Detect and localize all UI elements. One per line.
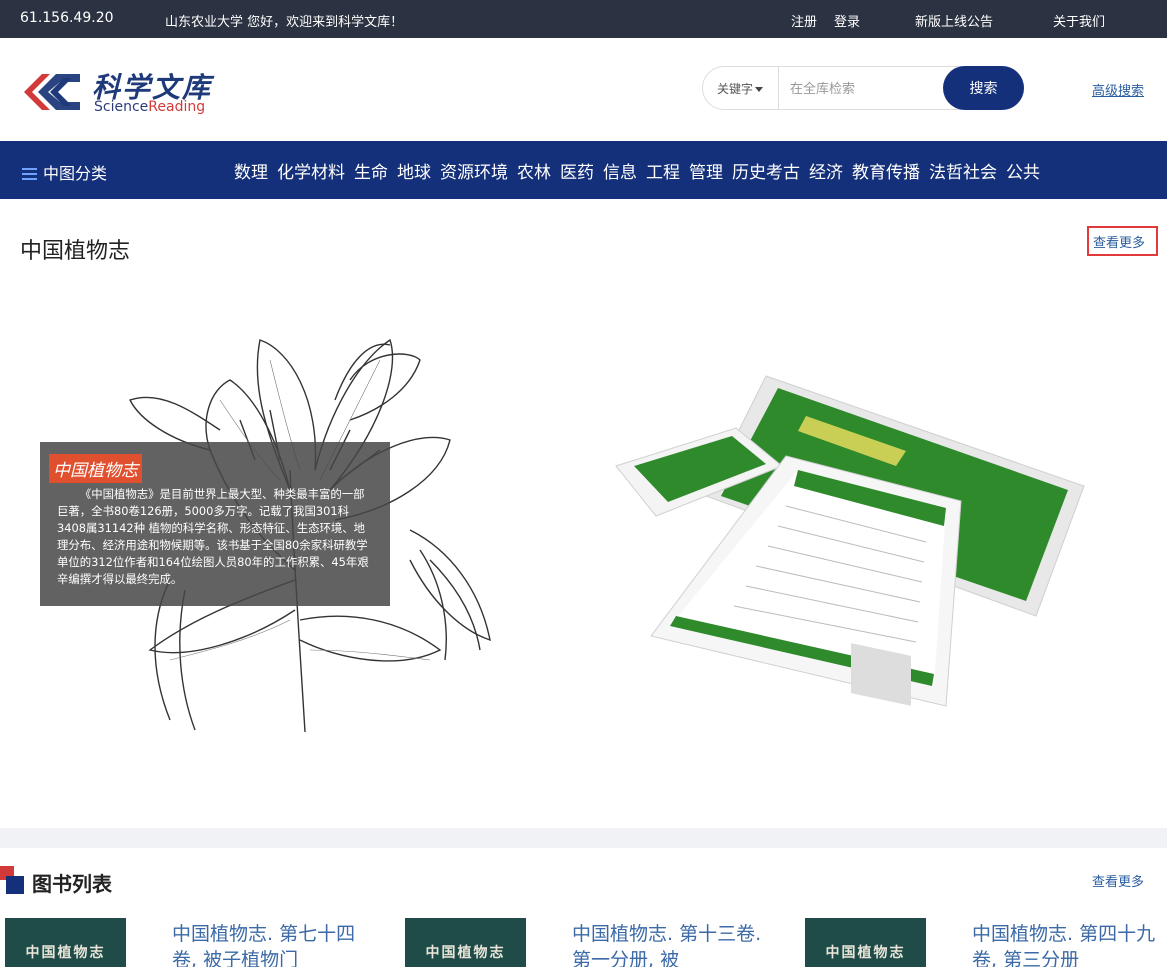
nav-item[interactable]: 经济 <box>809 158 843 183</box>
book-title[interactable]: 中国植物志. 第七十四卷, 被子植物门 <box>172 921 372 967</box>
nav-item[interactable]: 数理 <box>234 158 268 183</box>
nav-item[interactable]: 生命 <box>354 158 388 183</box>
nav-item[interactable]: 公共 <box>1006 158 1040 183</box>
nav-item[interactable]: 资源环境 <box>440 158 508 183</box>
feature-title: 中国植物志 <box>20 239 131 264</box>
tablet-phone-icon <box>615 375 1085 707</box>
search-type-dropdown[interactable]: 关键字 <box>703 67 779 109</box>
search-input[interactable] <box>790 78 940 98</box>
book-title[interactable]: 中国植物志. 第四十九卷, 第三分册 <box>972 921 1167 967</box>
welcome-text: 山东农业大学 您好，欢迎来到科学文库！ <box>165 15 404 30</box>
search-box: 关键字 搜索 <box>702 66 1024 110</box>
nav-item[interactable]: 管理 <box>689 158 723 183</box>
advanced-search-link[interactable]: 高级搜索 <box>1092 80 1144 99</box>
header: 科学文库 ScienceReading 关键字 搜索 高级搜索 <box>0 38 1167 141</box>
nav-item[interactable]: 信息 <box>603 158 637 183</box>
nav-item[interactable]: 地球 <box>397 158 431 183</box>
nav-item[interactable]: 历史考古 <box>732 158 800 183</box>
about-link[interactable]: 关于我们 <box>1053 11 1105 30</box>
search-button[interactable]: 搜索 <box>943 66 1024 110</box>
feature-description-card: 中国植物志 《中国植物志》是目前世界上最大型、种类最丰富的一部巨著，全书80卷1… <box>40 442 390 606</box>
book-cover[interactable]: 中国植物志 <box>805 918 926 967</box>
notice-link[interactable]: 新版上线公告 <box>915 11 993 30</box>
book-title[interactable]: 中国植物志. 第十三卷. 第一分册, 被 <box>572 921 772 967</box>
book-item[interactable]: 中国植物志 中国植物志. 第四十九卷, 第三分册 <box>805 918 1167 967</box>
nav-item[interactable]: 工程 <box>646 158 680 183</box>
book-cover[interactable]: 中国植物志 <box>405 918 526 967</box>
logo-en-text: ScienceReading <box>94 99 206 115</box>
book-list-title: 图书列表 <box>32 872 112 896</box>
book-item[interactable]: 中国植物志 中国植物志. 第七十四卷, 被子植物门 <box>5 918 385 967</box>
register-link[interactable]: 注册 <box>791 11 817 30</box>
section-square-icon <box>0 866 24 894</box>
caret-down-icon <box>755 87 764 92</box>
nav-item[interactable]: 化学材料 <box>277 158 345 183</box>
login-link[interactable]: 登录 <box>834 11 860 30</box>
nav-item[interactable]: 医药 <box>560 158 594 183</box>
nav-items: 数理 化学材料 生命 地球 资源环境 农林 医药 信息 工程 管理 历史考古 经… <box>234 158 1040 183</box>
logo-mark-icon <box>24 74 80 110</box>
nav-item[interactable]: 教育传播 <box>852 158 920 183</box>
logo[interactable]: 科学文库 ScienceReading <box>20 66 220 118</box>
overlay-title: 中国植物志 <box>49 454 142 483</box>
top-bar: 61.156.49.20 山东农业大学 您好，欢迎来到科学文库！ 注册 登录 新… <box>0 0 1167 38</box>
category-nav: 中图分类 数理 化学材料 生命 地球 资源环境 农林 医药 信息 工程 管理 历… <box>0 141 1167 199</box>
device-mockup-image[interactable] <box>606 356 1124 712</box>
section-divider <box>0 828 1167 848</box>
category-menu-button[interactable]: 中图分类 <box>22 160 107 184</box>
hamburger-icon <box>22 167 37 180</box>
book-cover[interactable]: 中国植物志 <box>5 918 126 967</box>
overlay-description: 《中国植物志》是目前世界上最大型、种类最丰富的一部巨著，全书80卷126册，50… <box>57 487 369 586</box>
feature-see-more-link[interactable]: 查看更多 <box>1087 226 1158 256</box>
ip-address: 61.156.49.20 <box>20 10 114 26</box>
nav-item[interactable]: 农林 <box>517 158 551 183</box>
nav-item[interactable]: 法哲社会 <box>929 158 997 183</box>
book-item[interactable]: 中国植物志 中国植物志. 第十三卷. 第一分册, 被 <box>405 918 785 967</box>
book-list-see-more-link[interactable]: 查看更多 <box>1092 871 1144 890</box>
